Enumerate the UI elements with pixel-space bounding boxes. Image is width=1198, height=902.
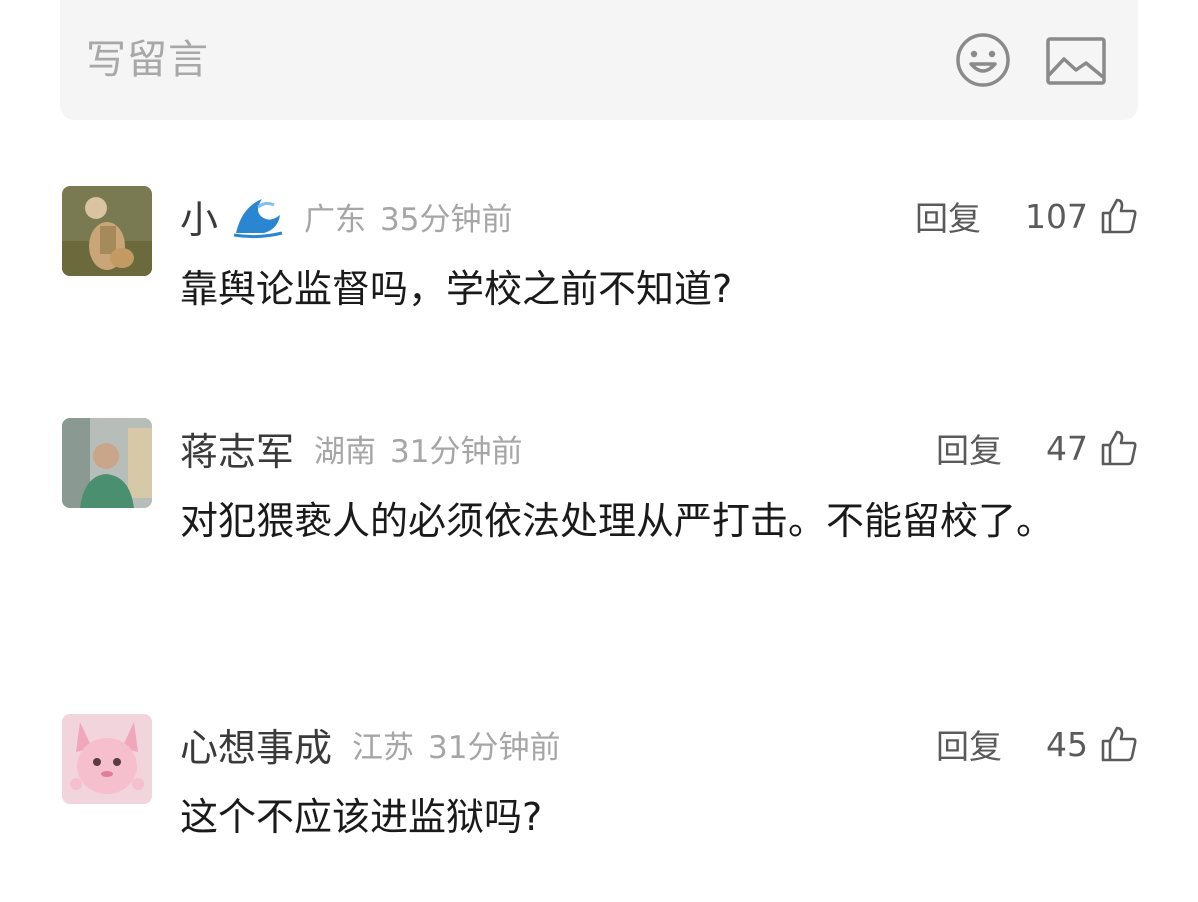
thumbs-up-icon[interactable]: [1100, 197, 1138, 235]
reply-button[interactable]: 回复: [936, 424, 1002, 472]
avatar-plush-image: [62, 714, 152, 804]
location: 湖南: [314, 433, 377, 470]
thumbs-up-icon[interactable]: [1100, 429, 1138, 467]
username[interactable]: 蒋志军: [180, 421, 294, 476]
comment-item: 蒋志军 湖南 31分钟前 回复 47 对犯猥亵人的必须依法处理从严打击。不能留校…: [62, 418, 1138, 618]
like-count: 45: [1046, 724, 1088, 764]
comment-text: 这个不应该进监狱吗?: [180, 795, 543, 839]
reply-button[interactable]: 回复: [915, 192, 981, 240]
avatar-cat-image: [62, 186, 152, 276]
username[interactable]: 心想事成: [180, 717, 332, 772]
thumbs-up-icon[interactable]: [1100, 725, 1138, 763]
emoji-icon[interactable]: [955, 32, 1011, 88]
comment-actions: 回复 107: [915, 192, 1138, 240]
username[interactable]: 小: [180, 189, 218, 244]
image-icon[interactable]: [1046, 37, 1106, 85]
avatar[interactable]: [62, 714, 152, 804]
comment-text: 靠舆论监督吗，学校之前不知道?: [180, 267, 733, 311]
comment-meta: 心想事成 江苏 31分钟前: [180, 720, 561, 770]
comment-item: 心想事成 江苏 31分钟前 回复 45 这个不应该进监狱吗?: [62, 714, 1138, 874]
comment-meta: 小 广东 35分钟前: [180, 192, 513, 242]
comment-meta: 蒋志军 湖南 31分钟前: [180, 424, 523, 474]
avatar[interactable]: [62, 186, 152, 276]
timestamp: 31分钟前: [390, 433, 523, 470]
location: 广东: [304, 201, 367, 238]
comment-composer[interactable]: 写留言: [60, 0, 1138, 120]
avatar-person-image: [62, 418, 152, 508]
composer-placeholder[interactable]: 写留言: [86, 36, 209, 84]
comment-actions: 回复 45: [936, 720, 1138, 768]
comment-actions: 回复 47: [936, 424, 1138, 472]
timestamp: 35分钟前: [380, 201, 513, 238]
comment-item: 小 广东 35分钟前 回复 107 靠舆论监督吗，学校之前不知道?: [62, 186, 1138, 346]
location: 江苏: [352, 729, 415, 766]
like-count: 47: [1046, 428, 1088, 468]
comment-text: 对犯猥亵人的必须依法处理从严打击。不能留校了。: [180, 499, 1055, 543]
like-count: 107: [1025, 196, 1088, 236]
wave-badge-icon: [233, 199, 283, 239]
reply-button[interactable]: 回复: [936, 720, 1002, 768]
timestamp: 31分钟前: [428, 729, 561, 766]
avatar[interactable]: [62, 418, 152, 508]
